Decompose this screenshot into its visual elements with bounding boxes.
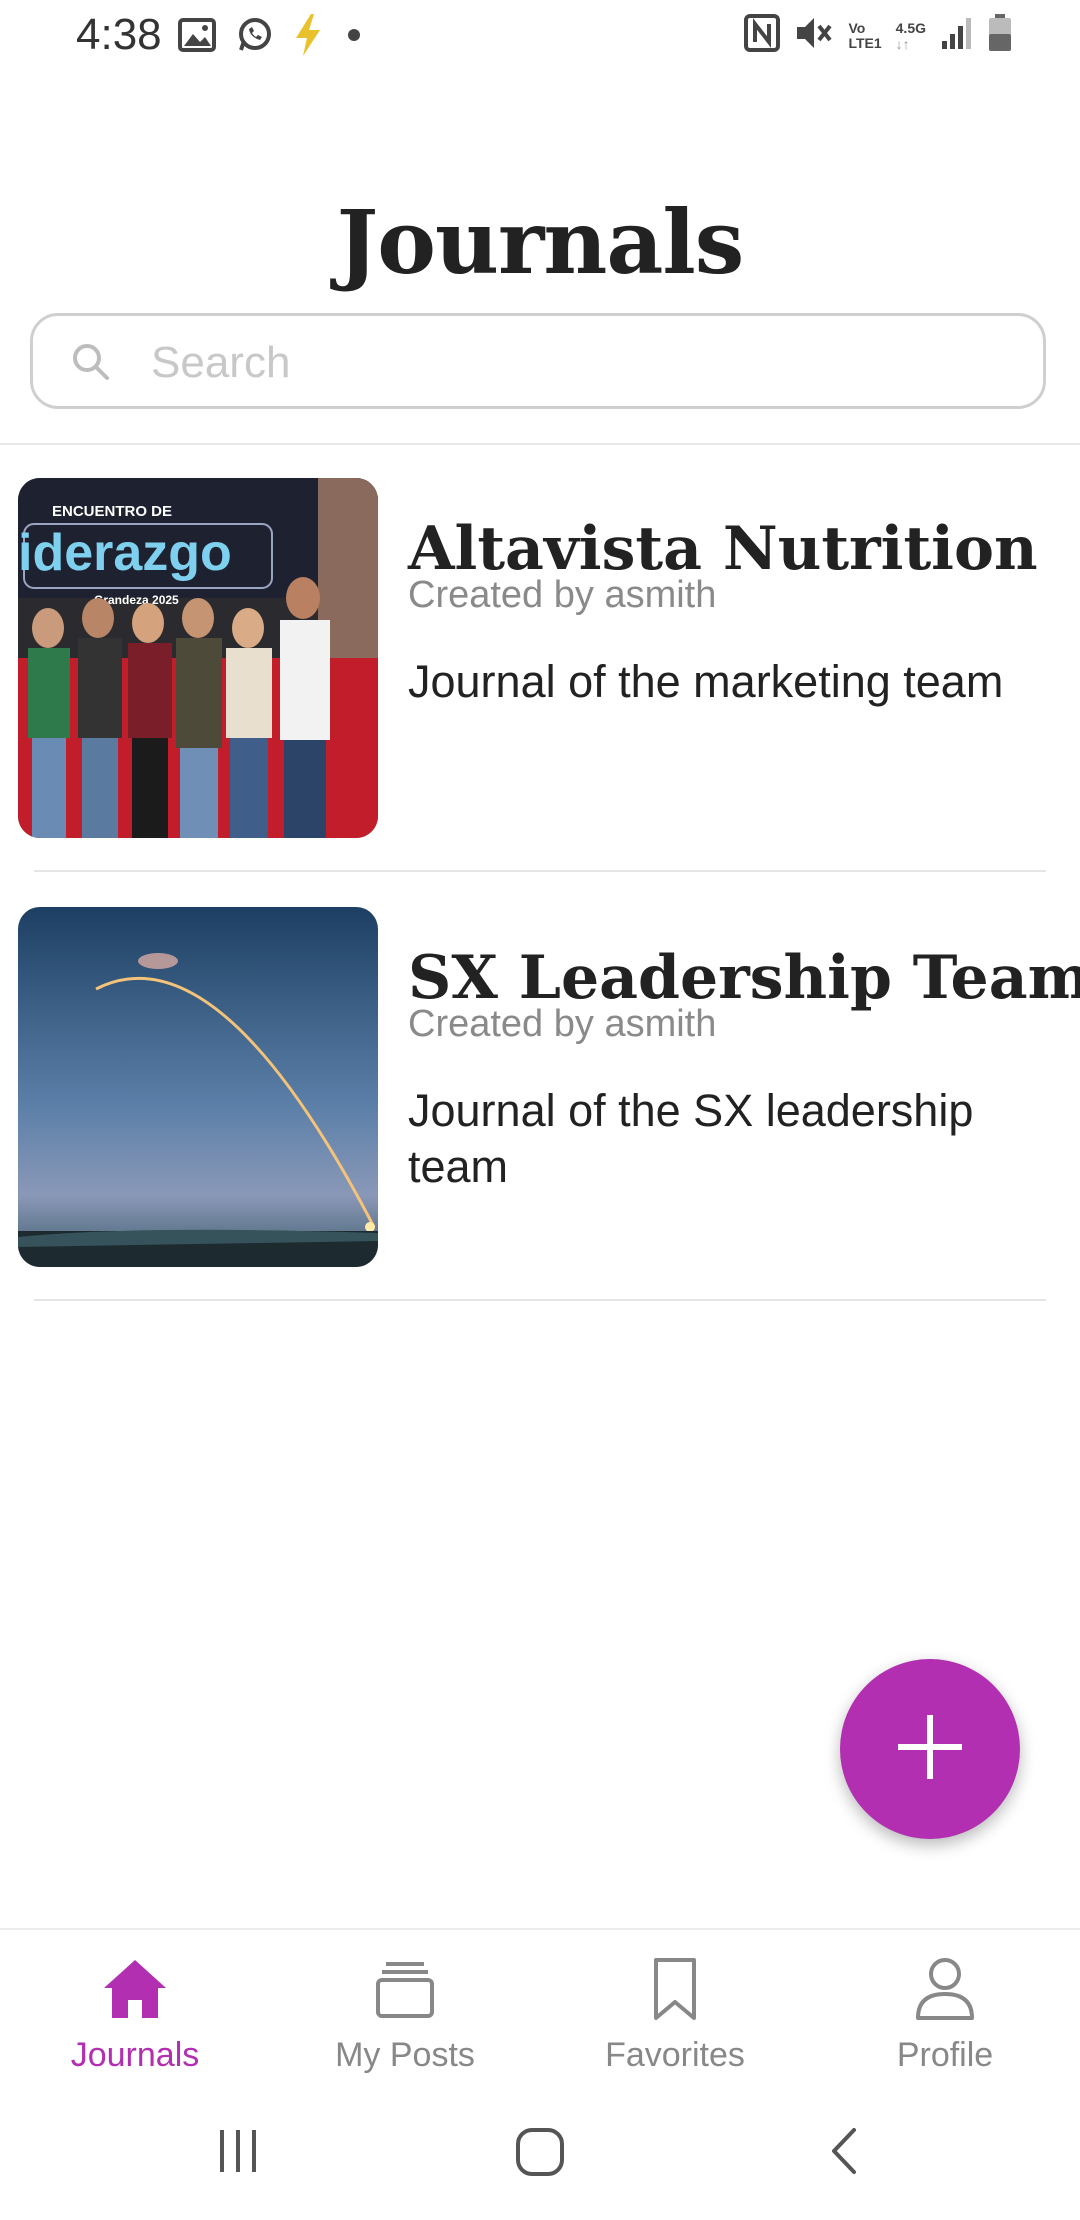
nfc-icon (744, 14, 781, 57)
back-icon[interactable] (820, 2126, 870, 2181)
image-icon (178, 18, 216, 57)
plus-icon (892, 1709, 968, 1790)
status-left-icons (178, 14, 366, 61)
team-photo: ENCUENTRO DE iderazgo Grandeza 2025 (18, 478, 378, 838)
journal-item[interactable]: ENCUENTRO DE iderazgo Grandeza 2025 Alta… (0, 444, 1080, 872)
status-right-icons: Vo LTE1 4.5G ↓↑ (744, 14, 1012, 57)
bottom-nav: Journals My Posts Favorites Profile (0, 1928, 1080, 2090)
system-nav-bar (0, 2088, 1080, 2220)
bolt-icon (294, 14, 322, 61)
volte-label-bottom: LTE1 (848, 34, 882, 51)
nav-label: Profile (896, 2036, 994, 2074)
mute-icon (794, 14, 834, 57)
recents-icon[interactable] (214, 2126, 264, 2181)
thumbnail-text-2: iderazgo (18, 524, 232, 582)
journal-creator: Created by asmith (408, 574, 717, 616)
journal-thumbnail: ENCUENTRO DE iderazgo Grandeza 2025 (18, 478, 378, 838)
network-speed-label: 4.5G (895, 19, 926, 36)
journal-thumbnail (18, 907, 378, 1267)
list-divider (34, 1299, 1046, 1301)
search-input[interactable] (149, 334, 1013, 392)
nav-label: Journals (70, 2036, 200, 2074)
rocket-launch-photo (18, 907, 378, 1267)
dot-icon (342, 23, 366, 52)
search-icon (69, 340, 113, 389)
network-speed-icon: 4.5G ↓↑ (895, 19, 926, 52)
stack-icon (370, 1956, 440, 2022)
page-title: Journals (336, 190, 745, 294)
home-icon (100, 1956, 170, 2022)
volte-label-top: Vo (848, 19, 866, 36)
nav-item-favorites[interactable]: Favorites (540, 1930, 810, 2090)
journal-description: Journal of the SX leadership team (408, 1085, 974, 1192)
journal-description: Journal of the marketing team (408, 656, 1004, 707)
status-bar: 4:38 Vo LTE1 4.5G ↓↑ (0, 0, 1080, 72)
nav-label: Favorites (605, 2036, 745, 2074)
journal-creator: Created by asmith (408, 1003, 717, 1045)
journal-item[interactable]: SX Leadership Team Created by asmith Jou… (0, 873, 1080, 1301)
bookmark-icon (640, 1956, 710, 2022)
volte-icon: Vo LTE1 (848, 19, 882, 51)
nav-item-my-posts[interactable]: My Posts (270, 1930, 540, 2090)
search-bar[interactable] (30, 313, 1046, 409)
status-time: 4:38 (76, 10, 162, 59)
list-divider (34, 870, 1046, 872)
signal-icon (940, 15, 974, 56)
nav-item-profile[interactable]: Profile (810, 1930, 1080, 2090)
thumbnail-text-1: ENCUENTRO DE (52, 503, 172, 520)
nav-label: My Posts (335, 2036, 475, 2074)
whatsapp-icon (236, 16, 274, 59)
home-button-icon[interactable] (514, 2126, 566, 2183)
battery-icon (988, 14, 1012, 57)
add-journal-button[interactable] (840, 1659, 1020, 1839)
nav-item-journals[interactable]: Journals (0, 1930, 270, 2090)
person-icon (910, 1956, 980, 2022)
